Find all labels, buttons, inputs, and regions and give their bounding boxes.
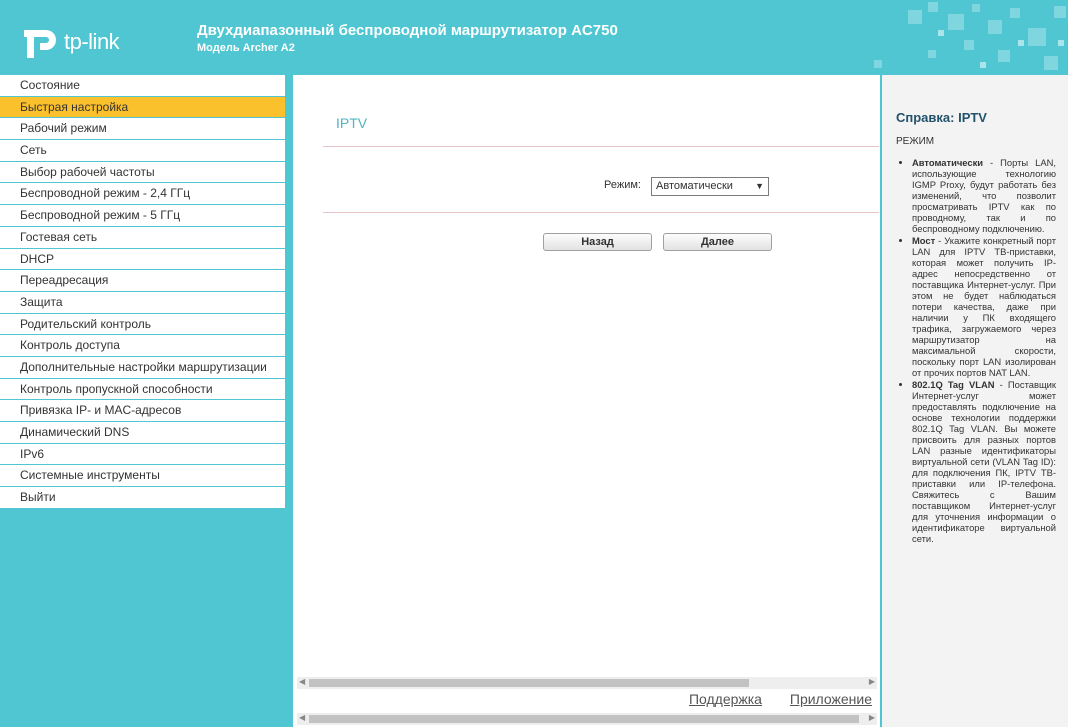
divider: [323, 212, 879, 213]
mode-select-value: Автоматически: [656, 180, 733, 192]
main-panel: IPTV Режим: Автоматически ▼ Назад Далее …: [293, 75, 880, 727]
sidebar-item-guest-network[interactable]: Гостевая сеть: [0, 226, 285, 249]
support-link[interactable]: Поддержка: [689, 691, 762, 707]
sidebar-item-dynamic-dns[interactable]: Динамический DNS: [0, 422, 285, 444]
logo-text: tp-link: [64, 29, 120, 54]
scroll-left-icon[interactable]: ◀: [299, 677, 305, 686]
help-title: Справка: IPTV: [896, 110, 987, 125]
sidebar-menu: Состояние Быстрая настройка Рабочий режи…: [0, 75, 285, 509]
sidebar-item-bandwidth-control[interactable]: Контроль пропускной способности: [0, 378, 285, 401]
help-panel: Справка: IPTV РЕЖИМ Автоматически - Порт…: [882, 75, 1068, 727]
horizontal-scrollbar[interactable]: ◀ ▶: [297, 677, 877, 689]
sidebar-item-ip-mac-binding[interactable]: Привязка IP- и MAC-адресов: [0, 400, 285, 422]
sidebar-item-dhcp[interactable]: DHCP: [0, 248, 285, 271]
list-item: Автоматически - Порты LAN, использующие …: [912, 157, 1056, 234]
header-decoration: [874, 2, 1066, 70]
sidebar-item-parental-control[interactable]: Родительский контроль: [0, 313, 285, 336]
divider: [323, 146, 879, 147]
scroll-right-icon[interactable]: ▶: [869, 677, 875, 686]
help-list: Автоматически - Порты LAN, использующие …: [900, 157, 1056, 545]
sidebar-item-security[interactable]: Защита: [0, 291, 285, 314]
help-text: - Укажите конкретный порт LAN для IPTV Т…: [912, 235, 1056, 378]
header: tp-link Двухдиапазонный беспроводной мар…: [0, 0, 1068, 75]
product-title: Двухдиапазонный беспроводной маршрутизат…: [197, 22, 618, 39]
back-button[interactable]: Назад: [543, 233, 652, 251]
help-text: - Поставщик Интернет-услуг может предост…: [912, 379, 1057, 544]
list-item: 802.1Q Tag VLAN - Поставщик Интернет-усл…: [912, 379, 1056, 544]
horizontal-scrollbar[interactable]: ◀ ▶: [297, 713, 877, 725]
sidebar-item-forwarding[interactable]: Переадресация: [0, 270, 285, 292]
scroll-right-icon[interactable]: ▶: [869, 713, 875, 722]
sidebar-item-wireless-5[interactable]: Беспроводной режим - 5 ГГц: [0, 205, 285, 227]
page-title: IPTV: [336, 115, 368, 131]
scrollbar-thumb[interactable]: [309, 715, 859, 723]
sidebar-item-operation-mode[interactable]: Рабочий режим: [0, 118, 285, 141]
help-term: Автоматически: [912, 157, 984, 168]
sidebar-item-band-selection[interactable]: Выбор рабочей частоты: [0, 161, 285, 184]
mode-label: Режим:: [604, 179, 641, 191]
model-subtitle: Модель Archer A2: [197, 42, 295, 54]
help-text: - Порты LAN, использующие технологию IGM…: [912, 157, 1056, 234]
tp-link-logo-icon: [24, 30, 56, 58]
dropdown-arrow-icon: ▼: [755, 181, 764, 191]
mode-select[interactable]: Автоматически ▼: [651, 177, 769, 196]
sidebar-item-system-tools[interactable]: Системные инструменты: [0, 465, 285, 488]
help-term: Мост: [912, 235, 936, 246]
sidebar-item-logout[interactable]: Выйти: [0, 487, 285, 509]
sidebar-item-wireless-24[interactable]: Беспроводной режим - 2,4 ГГц: [0, 183, 285, 206]
sidebar-item-access-control[interactable]: Контроль доступа: [0, 335, 285, 357]
sidebar-item-network[interactable]: Сеть: [0, 140, 285, 162]
help-mode-heading: РЕЖИМ: [896, 136, 935, 147]
tp-link-logo: tp-link: [20, 20, 140, 64]
sidebar-item-quick-setup[interactable]: Быстрая настройка: [0, 96, 285, 119]
help-term: 802.1Q Tag VLAN: [912, 379, 995, 390]
scrollbar-thumb[interactable]: [309, 679, 749, 687]
sidebar-item-status[interactable]: Состояние: [0, 75, 285, 97]
list-item: Мост - Укажите конкретный порт LAN для I…: [912, 235, 1056, 378]
app-link[interactable]: Приложение: [790, 691, 872, 707]
footer-links: Поддержка Приложение: [665, 691, 872, 707]
scroll-left-icon[interactable]: ◀: [299, 713, 305, 722]
sidebar-item-ipv6[interactable]: IPv6: [0, 443, 285, 466]
sidebar-item-advanced-routing[interactable]: Дополнительные настройки маршрутизации: [0, 356, 285, 379]
next-button[interactable]: Далее: [663, 233, 772, 251]
